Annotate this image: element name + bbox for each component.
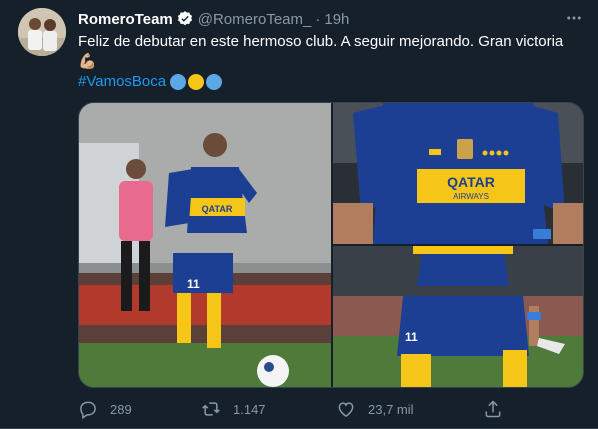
retweet-icon	[202, 402, 220, 416]
photo-2-shirt-text: QATAR	[447, 174, 495, 190]
hashtag-line: #VamosBoca	[78, 72, 223, 92]
timestamp[interactable]: 19h	[324, 11, 349, 28]
blue-circle-icon	[206, 74, 223, 90]
yellow-circle-icon	[188, 74, 205, 90]
photo-2-image: QATAR AIRWAYS	[333, 103, 583, 244]
reply-icon	[80, 401, 96, 419]
blue-circle-icon	[170, 74, 187, 90]
share-button[interactable]	[483, 398, 515, 420]
heart-icon	[338, 402, 354, 417]
tweet[interactable]: RomeroTeam @RomeroTeam_ · 19h Feliz de d…	[0, 0, 598, 429]
flexed-biceps-emoji: 💪🏼	[78, 53, 97, 70]
hashtag-link[interactable]: #VamosBoca	[78, 72, 166, 92]
photo-jersey-closeup[interactable]: QATAR AIRWAYS	[333, 103, 583, 244]
circle-emojis	[170, 74, 223, 90]
reply-count: 289	[110, 401, 132, 417]
photo-3-image: 11	[333, 246, 583, 387]
avatar[interactable]	[18, 8, 66, 56]
reply-button[interactable]: 289	[78, 398, 132, 420]
photo-2-shirt-subtext: AIRWAYS	[453, 192, 489, 201]
photo-1-shirt-text: QATAR	[202, 204, 233, 214]
like-button[interactable]: 23,7 mil	[336, 398, 414, 420]
more-options-button[interactable]	[562, 6, 586, 30]
media-grid: QATAR 11 QATAR AIRWAYS 11	[78, 102, 584, 388]
retweet-button[interactable]: 1.147	[201, 398, 266, 420]
more-icon	[567, 16, 581, 20]
photo-1-number: 11	[187, 277, 200, 291]
tweet-text: Feliz de debutar en este hermoso club. A…	[78, 32, 583, 72]
handle[interactable]: @RomeroTeam_	[198, 11, 312, 28]
photo-1-image: QATAR 11	[79, 103, 331, 387]
retweet-count: 1.147	[233, 401, 266, 417]
separator-dot: ·	[315, 10, 321, 28]
photo-3-number: 11	[405, 330, 418, 344]
avatar-image	[18, 8, 66, 56]
share-icon	[485, 400, 501, 418]
verified-badge-icon	[176, 10, 194, 28]
tweet-actions: 289 1.147 23,7 mil	[78, 398, 508, 420]
tweet-header: RomeroTeam @RomeroTeam_ · 19h	[78, 9, 349, 29]
display-name[interactable]: RomeroTeam	[78, 11, 173, 28]
photo-player-kick[interactable]: 11	[333, 246, 583, 387]
tweet-text-line: Feliz de debutar en este hermoso club. A…	[78, 33, 564, 50]
photo-player-dribbling[interactable]: QATAR 11	[79, 103, 331, 387]
like-count: 23,7 mil	[368, 401, 414, 417]
